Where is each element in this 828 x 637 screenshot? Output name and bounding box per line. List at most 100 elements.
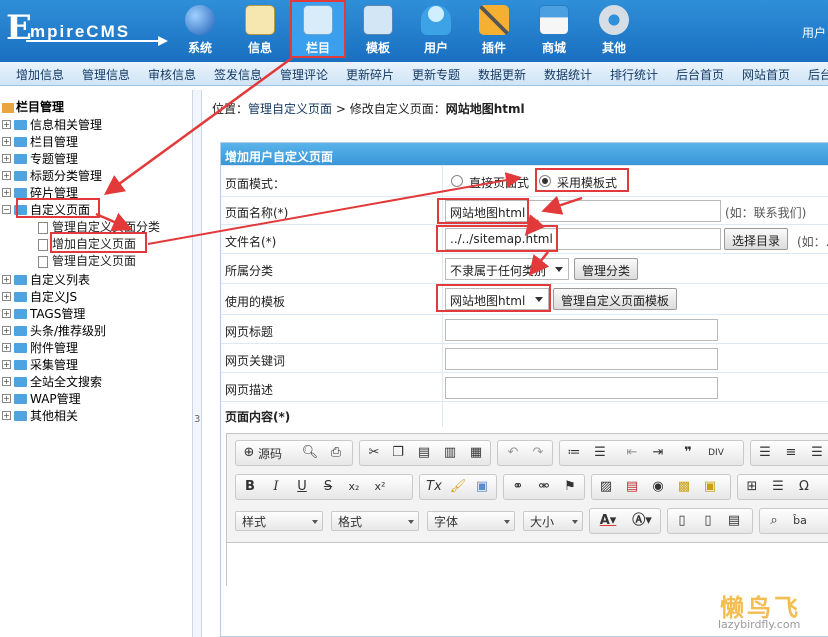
current-user-label[interactable]: 用户: [802, 24, 826, 41]
quicknav-sign-info[interactable]: 签发信息: [214, 66, 262, 83]
paste-word-icon[interactable]: ▦: [466, 444, 486, 462]
quicknav-manage-info[interactable]: 管理信息: [82, 66, 130, 83]
keywords-input[interactable]: [445, 348, 718, 370]
tree-item-collect-manage[interactable]: + 采集管理: [2, 356, 78, 373]
indent-icon[interactable]: ⇥: [648, 444, 668, 462]
table-icon[interactable]: ⊞: [742, 478, 762, 496]
smiley-icon[interactable]: ▩: [674, 478, 694, 496]
template-icon[interactable]: ▣: [472, 478, 492, 496]
print-icon[interactable]: ⎙: [326, 444, 346, 462]
category-select[interactable]: 不隶属于任何类别: [445, 258, 569, 280]
bulleted-list-icon[interactable]: ☰: [590, 444, 610, 462]
document-icon[interactable]: ▤: [724, 512, 744, 530]
style-dropdown[interactable]: 样式: [235, 511, 323, 531]
paste-text-icon[interactable]: ▥: [440, 444, 460, 462]
align-right-icon[interactable]: ☰: [807, 444, 827, 462]
tree-item-topic-manage[interactable]: + 专题管理: [2, 150, 78, 167]
breadcrumb-link[interactable]: 管理自定义页面: [248, 102, 332, 116]
font-dropdown[interactable]: 字体: [427, 511, 515, 531]
tree-child-manage-custom-page[interactable]: 管理自定义页面: [38, 252, 136, 269]
special-char-icon[interactable]: Ω: [794, 478, 814, 496]
manage-category-button[interactable]: 管理分类: [574, 258, 639, 280]
copy-icon[interactable]: ❐: [388, 444, 408, 462]
align-center-icon[interactable]: ≡: [781, 444, 801, 462]
quicknav-manage-comments[interactable]: 管理评论: [280, 66, 328, 83]
expand-icon[interactable]: +: [2, 275, 11, 284]
sidebar-splitter[interactable]: 3: [192, 90, 202, 637]
topnav-template[interactable]: 模板: [350, 2, 406, 58]
quicknav-site-home[interactable]: 网站首页: [742, 66, 790, 83]
replace-icon[interactable]: b̂a: [790, 512, 810, 530]
blockquote-icon[interactable]: ❞: [678, 444, 698, 462]
cut-icon[interactable]: ✂: [364, 444, 384, 462]
outdent-icon[interactable]: ⇤: [622, 444, 642, 462]
undo-icon[interactable]: ↶: [503, 444, 523, 462]
tree-item-attachment-manage[interactable]: + 附件管理: [2, 339, 78, 356]
quicknav-admin-more[interactable]: 后台: [808, 66, 828, 83]
topnav-info[interactable]: 信息: [232, 2, 288, 58]
tree-item-fulltext-search[interactable]: + 全站全文搜索: [2, 373, 102, 390]
image-icon[interactable]: ▨: [596, 478, 616, 496]
page-title-input[interactable]: [445, 319, 718, 341]
quicknav-update-fragments[interactable]: 更新碎片: [346, 66, 394, 83]
expand-icon[interactable]: +: [2, 394, 11, 403]
expand-icon[interactable]: +: [2, 188, 11, 197]
tree-item-wap-manage[interactable]: + WAP管理: [2, 390, 81, 407]
numbered-list-icon[interactable]: ≔: [564, 444, 584, 462]
expand-icon[interactable]: +: [2, 360, 11, 369]
tree-item-column-manage[interactable]: + 栏目管理: [2, 133, 78, 150]
quicknav-review-info[interactable]: 审核信息: [148, 66, 196, 83]
expand-icon[interactable]: +: [2, 137, 11, 146]
underline-icon[interactable]: U: [292, 478, 312, 496]
tree-item-info-related[interactable]: + 信息相关管理: [2, 116, 102, 133]
italic-icon[interactable]: I: [266, 478, 286, 496]
expand-icon[interactable]: +: [2, 120, 11, 129]
topnav-shop[interactable]: 商城: [526, 2, 582, 58]
description-input[interactable]: [445, 377, 718, 399]
strike-icon[interactable]: S: [318, 478, 338, 496]
expand-icon[interactable]: +: [2, 171, 11, 180]
tree-root[interactable]: 栏目管理: [2, 98, 64, 115]
quicknav-add-info[interactable]: 增加信息: [16, 66, 64, 83]
tree-item-custom-list[interactable]: + 自定义列表: [2, 271, 90, 288]
flash-icon[interactable]: ▤: [622, 478, 642, 496]
topnav-column[interactable]: 栏目: [290, 0, 346, 58]
tree-item-tags-manage[interactable]: + TAGS管理: [2, 305, 85, 322]
unlink-icon[interactable]: ⚮: [534, 478, 554, 496]
topnav-other[interactable]: 其他: [586, 2, 642, 58]
tree-item-title-category[interactable]: + 标题分类管理: [2, 167, 102, 184]
format-brush-icon[interactable]: 🖌︎: [448, 478, 468, 496]
superscript-icon[interactable]: x²: [370, 478, 390, 496]
expand-icon[interactable]: +: [2, 377, 11, 386]
align-left-icon[interactable]: ☰: [755, 444, 775, 462]
horizontal-rule-icon[interactable]: ☰: [768, 478, 788, 496]
empirecms-logo[interactable]: E mpireCMS: [6, 8, 168, 50]
quicknav-data-stats[interactable]: 数据统计: [544, 66, 592, 83]
direct-page-radio[interactable]: [451, 175, 463, 187]
div-icon[interactable]: DIV: [706, 444, 726, 462]
expand-icon[interactable]: +: [2, 411, 11, 420]
link-icon[interactable]: ⚭: [508, 478, 528, 496]
quicknav-ranking-stats[interactable]: 排行统计: [610, 66, 658, 83]
source-button-label[interactable]: 源码: [256, 444, 282, 464]
subscript-icon[interactable]: x₂: [344, 478, 364, 496]
expand-icon[interactable]: +: [2, 343, 11, 352]
expand-icon[interactable]: +: [2, 309, 11, 318]
collapse-icon[interactable]: −: [2, 205, 11, 214]
bg-color-icon[interactable]: Ⓐ▾: [628, 512, 656, 530]
quicknav-data-update[interactable]: 数据更新: [478, 66, 526, 83]
new-page-icon[interactable]: ▯: [698, 512, 718, 530]
paste-icon[interactable]: ▤: [414, 444, 434, 462]
topnav-plugin[interactable]: 插件: [466, 2, 522, 58]
tree-item-custom-js[interactable]: + 自定义JS: [2, 288, 77, 305]
redo-icon[interactable]: ↷: [528, 444, 548, 462]
media-icon[interactable]: ◉: [648, 478, 668, 496]
expand-icon[interactable]: +: [2, 292, 11, 301]
expand-icon[interactable]: +: [2, 154, 11, 163]
expand-icon[interactable]: +: [2, 326, 11, 335]
page-break-icon[interactable]: ▯: [672, 512, 692, 530]
tree-item-headline-level[interactable]: + 头条/推荐级别: [2, 322, 106, 339]
remove-format-icon[interactable]: Tx: [424, 478, 444, 496]
search-icon[interactable]: ⌕: [764, 512, 784, 530]
quicknav-update-topics[interactable]: 更新专题: [412, 66, 460, 83]
